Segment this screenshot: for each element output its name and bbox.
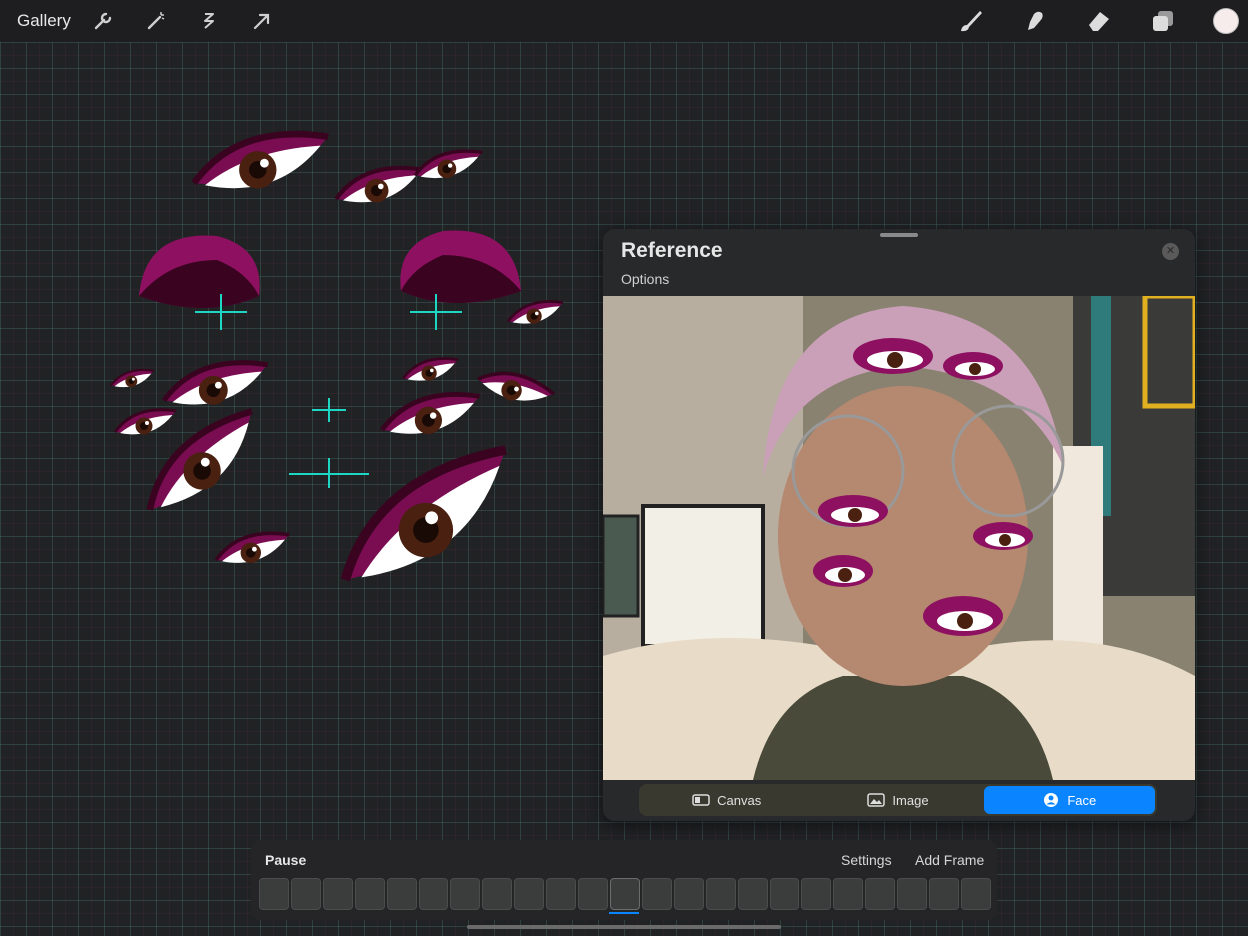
smudge-icon[interactable] [1022,8,1048,34]
add-frame-button[interactable]: Add Frame [915,852,984,868]
frame-thumbnail[interactable] [960,878,991,910]
frame-thumbnail[interactable] [322,878,353,910]
animation-assist-bar: Pause Settings Add Frame [251,840,997,920]
gallery-button[interactable]: Gallery [17,11,71,31]
segment-canvas[interactable]: Canvas [641,786,812,814]
top-toolbar: Gallery [0,0,1248,42]
frame-thumbnail[interactable] [418,878,449,910]
frame-thumbnail[interactable] [865,878,896,910]
frame-thumbnail[interactable] [737,878,768,910]
frame-thumbnail[interactable] [386,878,417,910]
face-icon [1044,793,1059,807]
brush-icon[interactable] [958,8,984,34]
frame-thumbnail[interactable] [482,878,513,910]
close-icon[interactable]: ✕ [1162,243,1179,260]
segment-label: Face [1067,792,1097,808]
options-button[interactable]: Options [621,271,669,287]
segment-face[interactable]: Face [983,786,1155,814]
frame-thumbnail[interactable] [354,878,385,910]
color-picker[interactable] [1213,8,1239,34]
frame-thumbnail[interactable] [929,878,959,910]
frame-thumbnail[interactable] [673,878,704,910]
frame-thumbnail[interactable] [546,878,577,910]
segment-image[interactable]: Image [812,786,983,814]
magic-wand-icon[interactable] [145,10,167,32]
reference-mode-selector: Canvas Image Face [639,784,1157,816]
frame-thumbnail[interactable] [290,878,321,910]
frame-thumbnail[interactable] [259,878,289,910]
frame-thumbnail[interactable] [609,878,640,910]
selection-icon[interactable] [198,10,220,32]
frame-thumbnail[interactable] [514,878,545,910]
frame-thumbnail[interactable] [801,878,832,910]
frame-thumbnail[interactable] [833,878,864,910]
drag-handle[interactable] [880,233,918,237]
frame-thumbnail[interactable] [769,878,800,910]
eraser-icon[interactable] [1086,8,1112,34]
current-frame-indicator [609,912,639,914]
frame-thumbnail[interactable] [897,878,928,910]
canvas-icon [692,794,710,806]
frame-thumbnail[interactable] [450,878,481,910]
home-indicator [467,925,781,929]
frame-thumbnail[interactable] [578,878,608,910]
reference-panel[interactable]: Reference Options ✕ Canvas Image Face [603,229,1195,821]
reference-title: Reference [621,239,723,262]
segment-label: Image [892,792,929,808]
face-camera-view [603,296,1195,780]
transform-arrow-icon[interactable] [251,10,273,32]
settings-button[interactable]: Settings [841,852,892,868]
segment-label: Canvas [717,792,762,808]
frame-thumbnail[interactable] [641,878,672,910]
frame-timeline [259,878,991,910]
image-icon [867,793,886,807]
eye-artwork [109,42,565,642]
wrench-icon[interactable] [92,10,114,32]
layers-icon[interactable] [1150,8,1176,34]
frame-thumbnail[interactable] [705,878,736,910]
pause-button[interactable]: Pause [265,852,306,868]
